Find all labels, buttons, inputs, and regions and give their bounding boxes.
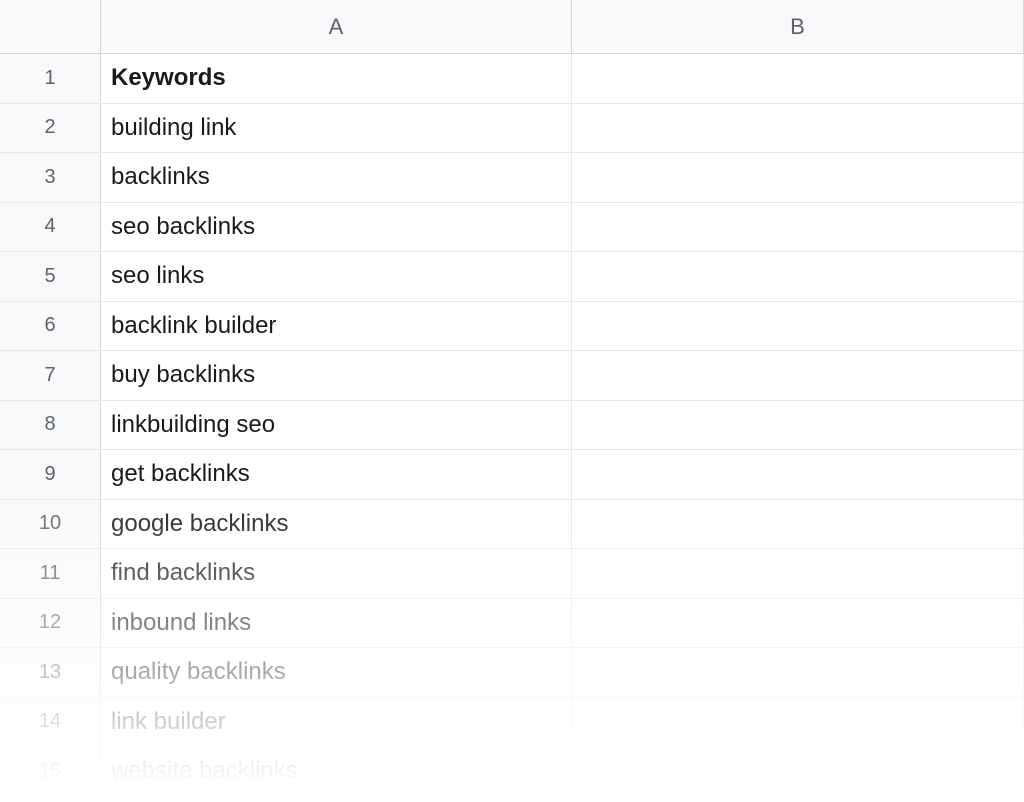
cell-a11[interactable]: find backlinks (101, 549, 572, 598)
cell-a15[interactable]: website backlinks (101, 747, 572, 796)
cell-a2[interactable]: building link (101, 104, 572, 153)
cell-a3[interactable]: backlinks (101, 153, 572, 202)
row-header[interactable]: 6 (0, 302, 101, 351)
table-row: 9 get backlinks (0, 450, 1024, 500)
row-header[interactable]: 1 (0, 54, 101, 103)
cell-a9[interactable]: get backlinks (101, 450, 572, 499)
cell-b3[interactable] (572, 153, 1024, 202)
cell-b4[interactable] (572, 203, 1024, 252)
cell-a5[interactable]: seo links (101, 252, 572, 301)
row-header[interactable]: 11 (0, 549, 101, 598)
row-header[interactable]: 2 (0, 104, 101, 153)
cell-b6[interactable] (572, 302, 1024, 351)
table-row: 11 find backlinks (0, 549, 1024, 599)
row-header[interactable]: 13 (0, 648, 101, 697)
row-header[interactable]: 12 (0, 599, 101, 648)
row-header[interactable]: 9 (0, 450, 101, 499)
spreadsheet-grid: A B 1 Keywords 2 building link 3 backlin… (0, 0, 1024, 797)
table-row: 2 building link (0, 104, 1024, 154)
row-header[interactable]: 5 (0, 252, 101, 301)
table-row: 10 google backlinks (0, 500, 1024, 550)
cell-a10[interactable]: google backlinks (101, 500, 572, 549)
cell-a1[interactable]: Keywords (101, 54, 572, 103)
table-row: 14 link builder (0, 698, 1024, 748)
row-header[interactable]: 8 (0, 401, 101, 450)
cell-a13[interactable]: quality backlinks (101, 648, 572, 697)
cell-a6[interactable]: backlink builder (101, 302, 572, 351)
table-row: 8 linkbuilding seo (0, 401, 1024, 451)
row-header[interactable]: 3 (0, 153, 101, 202)
column-header-row: A B (0, 0, 1024, 54)
cell-a12[interactable]: inbound links (101, 599, 572, 648)
row-header[interactable]: 15 (0, 747, 101, 796)
select-all-corner[interactable] (0, 0, 101, 53)
cell-a4[interactable]: seo backlinks (101, 203, 572, 252)
row-header[interactable]: 4 (0, 203, 101, 252)
cell-a7[interactable]: buy backlinks (101, 351, 572, 400)
cell-b11[interactable] (572, 549, 1024, 598)
table-row: 12 inbound links (0, 599, 1024, 649)
table-row: 15 website backlinks (0, 747, 1024, 797)
cell-b12[interactable] (572, 599, 1024, 648)
cell-b7[interactable] (572, 351, 1024, 400)
row-header[interactable]: 10 (0, 500, 101, 549)
table-row: 4 seo backlinks (0, 203, 1024, 253)
table-row: 6 backlink builder (0, 302, 1024, 352)
row-header[interactable]: 7 (0, 351, 101, 400)
cell-b9[interactable] (572, 450, 1024, 499)
cell-b8[interactable] (572, 401, 1024, 450)
cell-b2[interactable] (572, 104, 1024, 153)
table-row: 7 buy backlinks (0, 351, 1024, 401)
table-row: 3 backlinks (0, 153, 1024, 203)
cell-b14[interactable] (572, 698, 1024, 747)
table-row: 1 Keywords (0, 54, 1024, 104)
table-row: 13 quality backlinks (0, 648, 1024, 698)
cell-a14[interactable]: link builder (101, 698, 572, 747)
cell-b15[interactable] (572, 747, 1024, 796)
column-header-a[interactable]: A (101, 0, 572, 53)
column-header-b[interactable]: B (572, 0, 1024, 53)
cell-b13[interactable] (572, 648, 1024, 697)
cell-a8[interactable]: linkbuilding seo (101, 401, 572, 450)
row-header[interactable]: 14 (0, 698, 101, 747)
cell-b1[interactable] (572, 54, 1024, 103)
cell-b10[interactable] (572, 500, 1024, 549)
cell-b5[interactable] (572, 252, 1024, 301)
table-row: 5 seo links (0, 252, 1024, 302)
